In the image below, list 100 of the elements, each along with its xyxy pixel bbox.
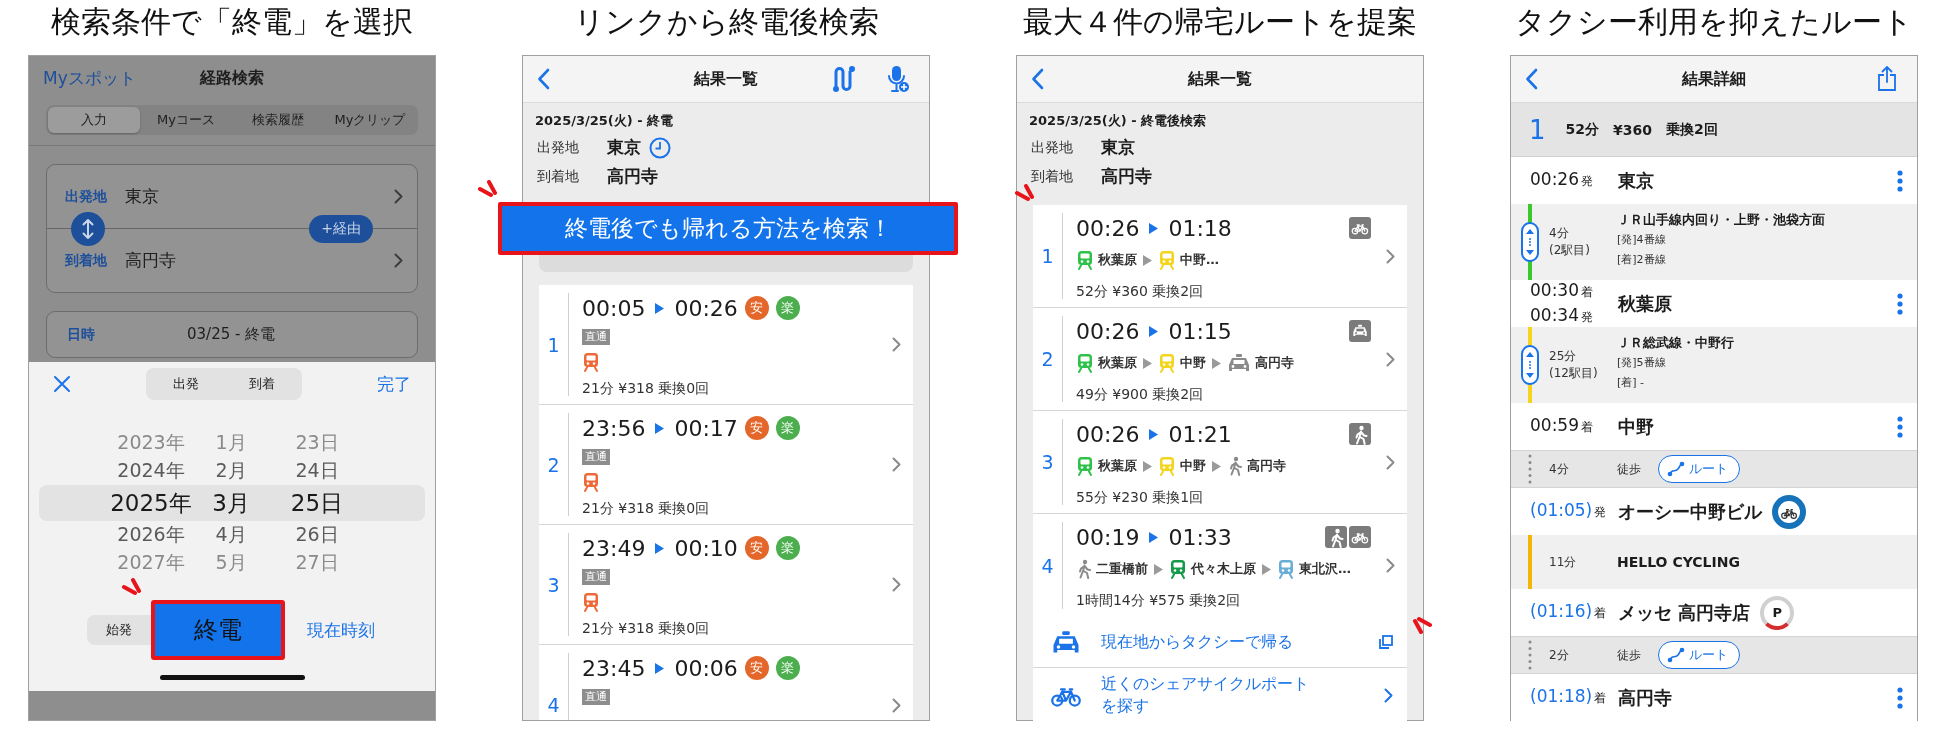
duration-text: 4分 xyxy=(1549,225,1570,242)
station-name: 中野 xyxy=(1180,457,1206,475)
screen-title: 経路検索 xyxy=(200,67,264,89)
route-item[interactable]: 2 23:56 00:17 安 楽 直通 21分 ¥318 乗換0回 xyxy=(539,405,913,525)
field-label: 出発地 xyxy=(536,138,580,157)
triangle-icon xyxy=(1143,460,1152,472)
clock-icon[interactable] xyxy=(649,136,671,159)
triangle-icon xyxy=(655,302,665,314)
picker-value: 25日 xyxy=(289,488,345,518)
route-item[interactable]: 4 23:45 00:06 安 楽 直通 xyxy=(539,645,913,720)
picker-value: 2月 xyxy=(214,458,248,483)
panel-caption: タクシー利用を抑えたルート xyxy=(1515,3,1913,41)
tab[interactable]: 検索履歴 xyxy=(232,107,324,133)
more-icon[interactable] xyxy=(1897,686,1903,709)
triangle-icon xyxy=(1149,428,1159,440)
stepper-icon[interactable] xyxy=(1521,222,1539,262)
platform-text: [着]2番線 xyxy=(1617,252,1667,268)
microphone-plus-icon[interactable] xyxy=(887,65,909,93)
back-icon[interactable] xyxy=(1031,68,1044,90)
route-number: 3 xyxy=(547,573,560,596)
link-item[interactable]: 現在地からタクシーで帰る xyxy=(1033,617,1407,668)
segment-option[interactable]: 出発 xyxy=(148,370,224,398)
line-name: HELLO CYCLING xyxy=(1617,553,1740,572)
direct-tag: 直通 xyxy=(582,449,610,465)
picker-value: 1月 xyxy=(214,430,248,455)
route-icon[interactable] xyxy=(831,65,857,93)
triangle-icon xyxy=(1149,531,1159,543)
time-text: 00:59 xyxy=(1530,415,1579,435)
stepper-icon[interactable] xyxy=(1521,345,1539,385)
segment-option[interactable]: 到着 xyxy=(224,370,300,398)
departure-time: 00:19 xyxy=(1076,524,1140,550)
panel-caption: 検索条件で「終電」を選択 xyxy=(51,3,413,41)
route-item[interactable]: 1 00:26 01:18 秋葉原 中野… 52分 ¥360 乗換2回 xyxy=(1033,205,1407,308)
route-number: 2 xyxy=(547,453,560,476)
triangle-icon xyxy=(655,662,665,674)
done-link[interactable]: 完了 xyxy=(377,372,411,396)
more-icon[interactable] xyxy=(1897,169,1903,192)
arrival-time: 01:21 xyxy=(1168,421,1232,447)
route-summary: 21分 ¥318 乗換0回 xyxy=(582,619,711,637)
route-item[interactable]: 1 00:05 00:26 安 楽 直通 21分 ¥318 乗換0回 xyxy=(539,285,913,405)
field-label: 到着地 xyxy=(536,167,580,186)
route-badge: 安 xyxy=(744,656,769,680)
station-name: 秋葉原 xyxy=(1618,291,1672,316)
route-item[interactable]: 3 00:26 01:21 秋葉原 中野 高円寺 55分 ¥230 乗換1回 xyxy=(1033,411,1407,514)
route-summary: 55分 ¥230 乗換1回 xyxy=(1076,488,1205,506)
route-button[interactable]: ルート xyxy=(1658,455,1740,483)
close-icon[interactable] xyxy=(53,375,71,393)
time-text: 00:26 xyxy=(1530,169,1579,189)
field-value: 高円寺 xyxy=(1101,165,1152,188)
back-icon[interactable] xyxy=(1525,68,1538,90)
station-name: 代々木上原 xyxy=(1191,560,1256,578)
time-option[interactable]: 終電 xyxy=(151,600,285,660)
screen-title: 結果詳細 xyxy=(1682,68,1746,90)
more-icon[interactable] xyxy=(1897,292,1903,315)
picker-value: 2025年 xyxy=(109,488,193,518)
via-button[interactable]: +経由 xyxy=(309,215,373,243)
station-name: 中野 xyxy=(1180,354,1206,372)
tab[interactable]: 入力 xyxy=(48,107,140,133)
route-item[interactable]: 2 00:26 01:15 秋葉原 中野 高円寺 49分 ¥900 乗換2回 xyxy=(1033,308,1407,411)
back-icon[interactable] xyxy=(537,68,550,90)
link-item[interactable]: 近くのシェアサイクルポートを探す xyxy=(1033,668,1407,722)
platform-text: [着] - xyxy=(1617,375,1646,391)
departure-time: 23:56 xyxy=(582,415,646,441)
route-item[interactable]: 4 00:19 01:33 二重橋前 代々木上原 東北沢… 1時間14分 ¥575 乗換2回 xyxy=(1033,514,1407,617)
picker-value: 24日 xyxy=(294,458,340,483)
triangle-icon xyxy=(1149,222,1159,234)
datetime-value: 03/25 - 終電 xyxy=(187,325,276,344)
search-banner[interactable]: 終電後でも帰れる方法を検索！ xyxy=(498,202,958,255)
time-option[interactable]: 始発 xyxy=(87,615,151,645)
screen-title: 結果一覧 xyxy=(694,68,758,90)
tab[interactable]: Myコース xyxy=(140,107,232,133)
chevron-icon xyxy=(394,253,403,268)
chevron-icon xyxy=(1385,558,1395,573)
bicycle-station-icon xyxy=(1772,494,1806,529)
route-button[interactable]: ルート xyxy=(1658,641,1740,669)
tab[interactable]: Myクリップ xyxy=(324,107,416,133)
departure-time: 00:26 xyxy=(1076,318,1140,344)
arrival-time: 01:15 xyxy=(1168,318,1232,344)
route-curve-icon xyxy=(1667,647,1685,663)
station-name: 中野… xyxy=(1180,251,1219,269)
swap-icon[interactable] xyxy=(71,212,105,246)
picker-value: 5月 xyxy=(214,550,248,575)
current-time-link[interactable]: 現在時刻 xyxy=(307,618,375,642)
dotted-line-icon xyxy=(1528,454,1532,484)
search-date: 2025/3/25(火) - 終電後検索 xyxy=(1029,112,1208,130)
station-name: 高円寺 xyxy=(1247,457,1286,475)
field-value: 東京 xyxy=(1101,136,1135,159)
panel-caption: リンクから終電後検索 xyxy=(573,3,879,41)
time-text: 00:30 xyxy=(1530,279,1579,300)
route-item[interactable]: 3 23:49 00:10 安 楽 直通 21分 ¥318 乗換0回 xyxy=(539,525,913,645)
triangle-icon xyxy=(1212,357,1221,369)
field-label: 到着地 xyxy=(65,251,107,270)
datetime-card[interactable]: 日時 03/25 - 終電 xyxy=(46,311,418,358)
route-number: 4 xyxy=(547,694,560,716)
share-icon[interactable] xyxy=(1877,66,1897,92)
more-icon[interactable] xyxy=(1897,415,1903,438)
route-number: 2 xyxy=(1041,348,1054,370)
chevron-icon xyxy=(891,577,901,592)
triangle-icon xyxy=(655,542,665,554)
departure-time: 23:49 xyxy=(582,535,646,561)
